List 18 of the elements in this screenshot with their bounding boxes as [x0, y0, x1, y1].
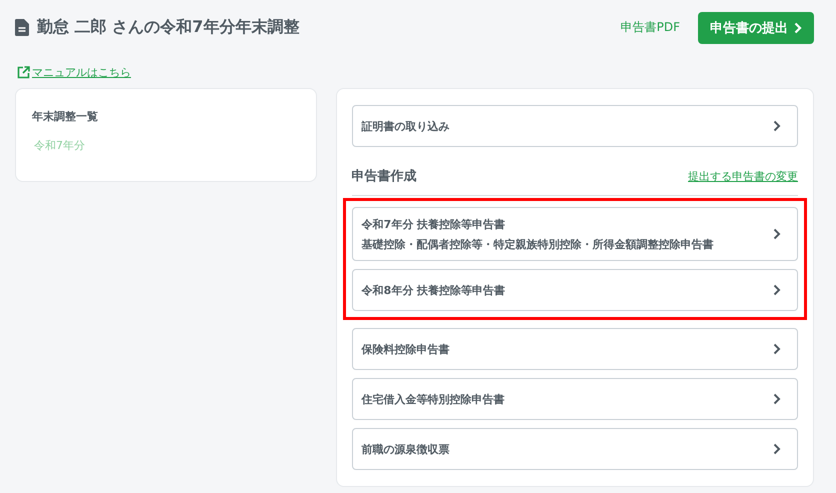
form-item[interactable]: 保険料控除申告書 [352, 328, 798, 370]
form-item[interactable]: 令和7年分 扶養控除等申告書 基礎控除・配偶者控除等・特定親族特別控除・所得金額調整控除申告書 [352, 207, 798, 261]
chevron-right-icon [773, 343, 781, 355]
sidebar-title: 年末調整一覧 [32, 109, 99, 124]
chevron-right-icon [794, 22, 802, 34]
form-item[interactable]: 前職の源泉徴収票 [352, 428, 798, 470]
form-item[interactable]: 令和8年分 扶養控除等申告書 [352, 269, 798, 311]
chevron-right-icon [773, 443, 781, 455]
chevron-right-icon [773, 284, 781, 296]
section-title: 申告書作成 [352, 168, 417, 185]
form-item[interactable]: 住宅借入金等特別控除申告書 [352, 378, 798, 420]
external-link-icon [17, 66, 30, 79]
chevron-right-icon [773, 120, 781, 132]
chevron-right-icon [773, 393, 781, 405]
page-title: 勤怠 二郎 さんの令和7年分年末調整 [37, 17, 300, 38]
chevron-right-icon [773, 228, 781, 240]
form-item[interactable]: 証明書の取り込み [352, 105, 798, 147]
document-icon [15, 19, 29, 36]
